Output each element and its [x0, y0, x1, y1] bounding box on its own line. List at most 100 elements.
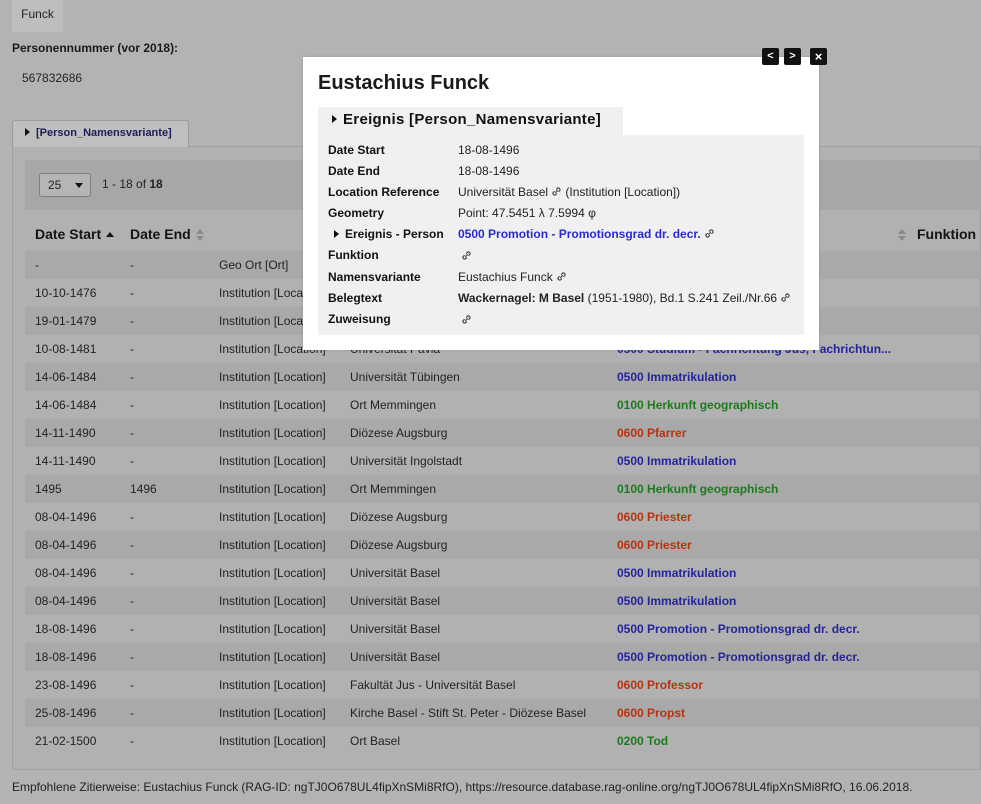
link-icon[interactable] [704, 228, 715, 239]
caret-right-icon [332, 115, 337, 123]
cell-date-end: - [130, 258, 134, 272]
link-icon[interactable] [780, 292, 791, 303]
tab-funck[interactable]: Funck [12, 0, 63, 32]
cell-date-end: - [130, 650, 134, 664]
geometry-value: Point: 47.5451 λ 7.5994 φ [458, 206, 596, 220]
event-person-link[interactable]: 0500 Promotion - Promotionsgrad dr. decr… [458, 227, 701, 241]
cell-date-start: 08-04-1496 [35, 594, 97, 608]
cell-location-type: Institution [Location] [219, 706, 326, 720]
table-row[interactable]: 23-08-1496 - Institution [Location] Fakultä… [25, 671, 981, 699]
table-row[interactable]: 21-02-1500 - Institution [Location] Ort Bas… [25, 727, 981, 755]
location-link[interactable]: Universität Basel [458, 185, 548, 199]
cell-location-type: Institution [Location] [219, 650, 326, 664]
table-row[interactable]: 14-11-1490 - Institution [Location] Univers… [25, 447, 981, 475]
funktion-label: Funktion [328, 248, 379, 262]
cell-funktion[interactable]: 0100 Herkunft geographisch [617, 398, 778, 412]
location-type: (Institution [Location]) [565, 185, 681, 199]
cell-funktion[interactable]: 0500 Promotion - Promotionsgrad dr. decr… [617, 622, 860, 636]
zuweisung-label: Zuweisung [328, 312, 391, 326]
cell-funktion[interactable]: 0600 Priester [617, 538, 692, 552]
column-header-date-end[interactable]: Date End [130, 226, 204, 242]
cell-date-start: 14-06-1484 [35, 370, 97, 384]
citation-footer: Empfohlene Zitierweise: Eustachius Funck… [12, 780, 913, 794]
prev-button[interactable]: < [762, 48, 779, 65]
link-icon[interactable] [556, 271, 567, 282]
cell-location: Ort Basel [350, 734, 401, 748]
cell-location: Universität Basel [350, 650, 441, 664]
cell-date-end: - [130, 426, 134, 440]
link-icon[interactable] [551, 186, 562, 197]
table-row[interactable]: 18-08-1496 - Institution [Location] Univers… [25, 643, 981, 671]
cell-location: Kirche Basel - Stift St. Peter - Diözese… [350, 706, 587, 720]
close-button[interactable]: × [810, 48, 827, 65]
cell-date-start: 14-06-1484 [35, 398, 97, 412]
cell-funktion[interactable]: 0100 Herkunft geographisch [617, 482, 778, 496]
namensvariante-value: Eustachius Funck [458, 270, 567, 284]
cell-location-type: Institution [Location] [219, 398, 326, 412]
cell-funktion[interactable]: 0500 Immatrikulation [617, 594, 736, 608]
next-button[interactable]: > [784, 48, 801, 65]
cell-date-start: 1495 [35, 482, 62, 496]
cell-date-start: 10-08-1481 [35, 342, 97, 356]
cell-funktion[interactable]: 0500 Promotion - Promotionsgrad dr. decr… [617, 650, 860, 664]
cell-date-start: - [35, 258, 39, 272]
column-header-sort[interactable] [893, 226, 906, 242]
cell-location-type: Geo Ort [Ort] [219, 258, 289, 272]
table-row[interactable]: 25-08-1496 - Institution [Location] Kirche … [25, 699, 981, 727]
location-reference-value: Universität Basel (Institution [Location… [458, 185, 680, 199]
table-row[interactable]: 08-04-1496 - Institution [Location] Univers… [25, 587, 981, 615]
table-row[interactable]: 08-04-1496 - Institution [Location] Univers… [25, 559, 981, 587]
tab-person-namensvariante[interactable]: [Person_Namensvariante] [12, 120, 189, 147]
pager-info: 1 - 18 of 18 [102, 177, 163, 191]
cell-date-start: 14-11-1490 [35, 426, 96, 440]
cell-funktion[interactable]: 0500 Immatrikulation [617, 370, 736, 384]
tab-ereignis[interactable]: Ereignis [Person_Namensvariante] [318, 107, 623, 135]
cell-location: Diözese Augsburg [350, 510, 448, 524]
ereignis-person-value: 0500 Promotion - Promotionsgrad dr. decr… [458, 227, 715, 241]
page-size-value: 25 [48, 178, 62, 192]
cell-funktion[interactable]: 0600 Professor [617, 678, 703, 692]
cell-funktion[interactable]: 0200 Tod [617, 734, 668, 748]
page-size-select[interactable]: 25 [39, 173, 91, 197]
cell-date-start: 08-04-1496 [35, 566, 97, 580]
table-row[interactable]: 14-11-1490 - Institution [Location] Diözese… [25, 419, 981, 447]
geometry-label: Geometry [328, 206, 385, 220]
cell-location-type: Institution [Location] [219, 510, 326, 524]
table-row[interactable]: 14-06-1484 - Institution [Location] Ort Mem… [25, 391, 981, 419]
caret-right-icon [25, 128, 30, 136]
belegtext-label: Belegtext [328, 291, 383, 305]
cell-funktion[interactable]: 0500 Immatrikulation [617, 566, 736, 580]
ereignis-person-toggle[interactable]: Ereignis - Person [334, 227, 444, 241]
belegtext-value: Wackernagel: M Basel (1951-1980), Bd.1 S… [458, 291, 791, 305]
table-row[interactable]: 18-08-1496 - Institution [Location] Univers… [25, 615, 981, 643]
cell-location: Universität Basel [350, 594, 441, 608]
caret-right-icon [334, 230, 339, 238]
link-icon[interactable] [461, 314, 472, 325]
cell-funktion[interactable]: 0600 Propst [617, 706, 685, 720]
cell-location: Fakultät Jus - Universität Basel [350, 678, 516, 692]
cell-date-end: - [130, 342, 134, 356]
cell-funktion[interactable]: 0600 Priester [617, 510, 692, 524]
cell-funktion[interactable]: 0600 Pfarrer [617, 426, 686, 440]
cell-location-type: Institution [Location] [219, 622, 326, 636]
modal-title: Eustachius Funck [318, 72, 490, 94]
event-tab-label: Ereignis [Person_Namensvariante] [343, 111, 602, 128]
link-icon[interactable] [461, 250, 472, 261]
date-start-label: Date Start [328, 143, 385, 157]
cell-funktion[interactable]: 0500 Immatrikulation [617, 454, 736, 468]
detail-modal: Eustachius Funck Ereignis [Person_Namens… [303, 57, 819, 350]
cell-date-start: 08-04-1496 [35, 510, 97, 524]
cell-date-end: - [130, 314, 134, 328]
table-row[interactable]: 1495 1496 Institution [Location] Ort Memmin… [25, 475, 981, 503]
table-row[interactable]: 08-04-1496 - Institution [Location] Diözese… [25, 503, 981, 531]
table-row[interactable]: 08-04-1496 - Institution [Location] Diözese… [25, 531, 981, 559]
zuweisung-value [458, 313, 472, 327]
cell-date-end: - [130, 678, 134, 692]
cell-location: Diözese Augsburg [350, 426, 448, 440]
column-header-funktion[interactable]: Funktion [917, 226, 976, 242]
cell-location: Universität Ingolstadt [350, 454, 463, 468]
date-end-label: Date End [328, 164, 381, 178]
cell-location-type: Institution [Location] [219, 678, 326, 692]
column-header-date-start[interactable]: Date Start [35, 226, 115, 242]
table-row[interactable]: 14-06-1484 - Institution [Location] Univers… [25, 363, 981, 391]
